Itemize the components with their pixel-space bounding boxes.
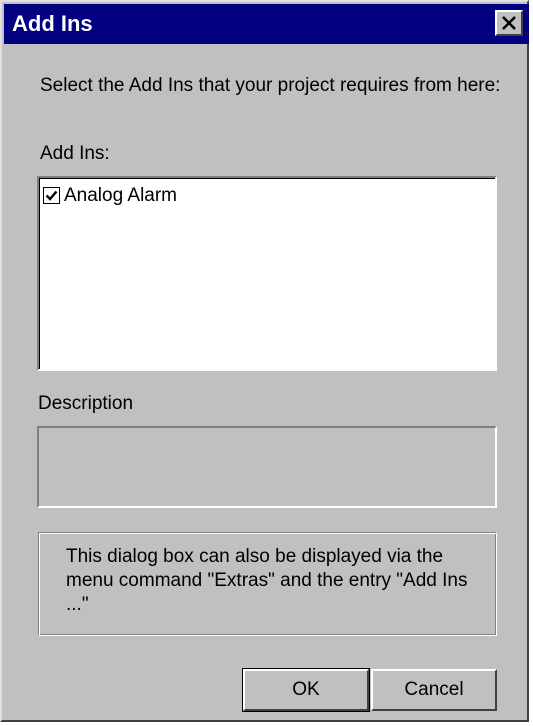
description-label: Description — [38, 393, 134, 414]
addins-label: Add Ins: — [40, 143, 110, 164]
title-bar: Add Ins — [4, 4, 529, 44]
addin-label: Analog Alarm — [64, 185, 178, 206]
dialog-title: Add Ins — [12, 11, 93, 36]
close-button[interactable] — [495, 10, 523, 36]
info-groupbox: This dialog box can also be displayed vi… — [38, 532, 497, 636]
ok-button[interactable]: OK — [242, 668, 370, 712]
addins-listbox[interactable]: Analog Alarm — [37, 176, 497, 371]
info-text: This dialog box can also be displayed vi… — [66, 546, 468, 615]
description-field — [37, 426, 497, 508]
cancel-button[interactable]: Cancel — [371, 669, 497, 711]
close-icon — [502, 16, 516, 30]
intro-text: Select the Add Ins that your project req… — [40, 75, 501, 96]
addin-checkbox[interactable] — [43, 187, 60, 204]
add-ins-dialog: Add Ins Select the Add Ins that your pro… — [0, 0, 529, 722]
checkmark-icon — [45, 190, 58, 201]
